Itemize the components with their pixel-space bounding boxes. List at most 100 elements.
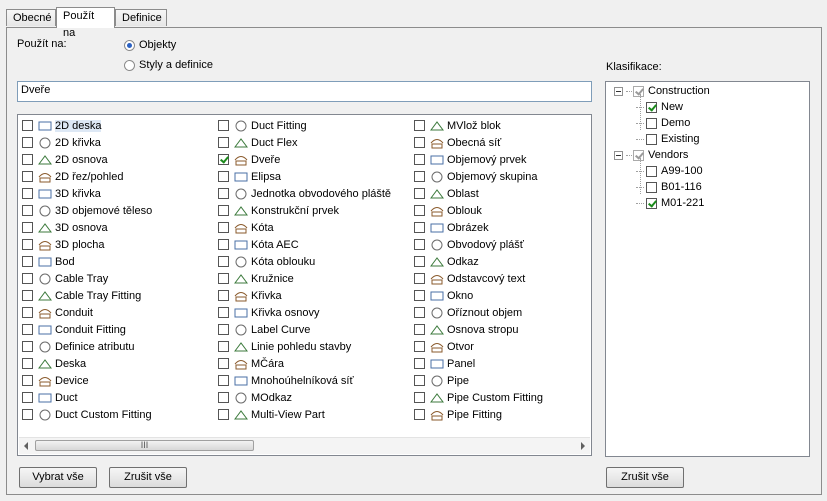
item-checkbox[interactable]	[22, 239, 33, 250]
object-type-list[interactable]: 2D deska 2D křivka 2D osnova 2D řez/pohled 3…	[17, 114, 592, 456]
tree-checkbox[interactable]	[633, 85, 644, 97]
item-checkbox[interactable]	[22, 120, 33, 131]
list-item[interactable]: 2D křivka	[22, 134, 152, 151]
list-item[interactable]: Křivka	[218, 287, 391, 304]
list-item[interactable]: Pipe Custom Fitting	[414, 389, 543, 406]
item-checkbox[interactable]	[218, 290, 229, 301]
list-item[interactable]: Objemový skupina	[414, 168, 543, 185]
list-item[interactable]: Panel	[414, 355, 543, 372]
item-checkbox[interactable]	[414, 392, 425, 403]
list-item[interactable]: Definice atributu	[22, 338, 152, 355]
list-item[interactable]: Oblouk	[414, 202, 543, 219]
item-checkbox[interactable]	[218, 375, 229, 386]
list-item[interactable]: Mnohoúhelníková síť	[218, 372, 391, 389]
list-item[interactable]: Linie pohledu stavby	[218, 338, 391, 355]
item-checkbox[interactable]	[218, 154, 229, 165]
item-checkbox[interactable]	[414, 137, 425, 148]
tree-checkbox[interactable]	[646, 133, 657, 145]
item-checkbox[interactable]	[218, 188, 229, 199]
tree-node[interactable]: B01-116	[636, 181, 702, 193]
filter-input[interactable]: Dveře	[17, 81, 592, 102]
list-item[interactable]: Objemový prvek	[414, 151, 543, 168]
classification-tree[interactable]: Construction New Demo Existing Vendors A99-10…	[605, 81, 810, 457]
list-item[interactable]: Odstavcový text	[414, 270, 543, 287]
item-checkbox[interactable]	[414, 205, 425, 216]
item-checkbox[interactable]	[22, 222, 33, 233]
select-all-button[interactable]: Vybrat vše	[19, 467, 97, 488]
list-item[interactable]: Pipe Fitting	[414, 406, 543, 423]
item-checkbox[interactable]	[22, 154, 33, 165]
tab-general[interactable]: Obecné	[6, 9, 56, 26]
item-checkbox[interactable]	[414, 375, 425, 386]
item-checkbox[interactable]	[414, 409, 425, 420]
item-checkbox[interactable]	[218, 239, 229, 250]
item-checkbox[interactable]	[414, 222, 425, 233]
list-item[interactable]: Obrázek	[414, 219, 543, 236]
horizontal-scrollbar[interactable]: III	[19, 437, 590, 454]
item-checkbox[interactable]	[218, 324, 229, 335]
list-item[interactable]: 2D řez/pohled	[22, 168, 152, 185]
tree-node[interactable]: M01-221	[636, 197, 704, 209]
item-checkbox[interactable]	[218, 205, 229, 216]
item-checkbox[interactable]	[414, 324, 425, 335]
list-item[interactable]: Pipe	[414, 372, 543, 389]
item-checkbox[interactable]	[218, 171, 229, 182]
item-checkbox[interactable]	[22, 256, 33, 267]
item-checkbox[interactable]	[22, 307, 33, 318]
item-checkbox[interactable]	[414, 188, 425, 199]
item-checkbox[interactable]	[218, 341, 229, 352]
list-item[interactable]: Kóta	[218, 219, 391, 236]
tree-checkbox[interactable]	[646, 117, 657, 129]
item-checkbox[interactable]	[414, 307, 425, 318]
list-item[interactable]: Kóta oblouku	[218, 253, 391, 270]
clear-classification-button[interactable]: Zrušit vše	[606, 467, 684, 488]
tab-apply-to[interactable]: Použít na	[56, 7, 115, 39]
list-item[interactable]: Jednotka obvodového pláště	[218, 185, 391, 202]
list-item[interactable]: Obvodový plášť	[414, 236, 543, 253]
radio-objects[interactable]: Objekty	[124, 39, 176, 51]
item-checkbox[interactable]	[414, 290, 425, 301]
item-checkbox[interactable]	[218, 222, 229, 233]
item-checkbox[interactable]	[218, 273, 229, 284]
item-checkbox[interactable]	[218, 307, 229, 318]
list-item[interactable]: Oříznout objem	[414, 304, 543, 321]
item-checkbox[interactable]	[22, 358, 33, 369]
list-item[interactable]: Oblast	[414, 185, 543, 202]
list-item[interactable]: Multi-View Part	[218, 406, 391, 423]
list-item[interactable]: 3D plocha	[22, 236, 152, 253]
list-item[interactable]: Křivka osnovy	[218, 304, 391, 321]
item-checkbox[interactable]	[22, 409, 33, 420]
tree-checkbox[interactable]	[646, 165, 657, 177]
list-item[interactable]: Dveře	[218, 151, 391, 168]
radio-styles-button[interactable]	[124, 59, 135, 71]
list-item[interactable]: Osnova stropu	[414, 321, 543, 338]
list-item[interactable]: MVlož blok	[414, 117, 543, 134]
list-item[interactable]: Label Curve	[218, 321, 391, 338]
list-item[interactable]: Cable Tray	[22, 270, 152, 287]
item-checkbox[interactable]	[414, 341, 425, 352]
item-checkbox[interactable]	[22, 273, 33, 284]
list-item[interactable]: MČára	[218, 355, 391, 372]
list-item[interactable]: MOdkaz	[218, 389, 391, 406]
scroll-left-icon[interactable]	[24, 442, 28, 450]
list-item[interactable]: 3D objemové těleso	[22, 202, 152, 219]
item-checkbox[interactable]	[22, 188, 33, 199]
item-checkbox[interactable]	[218, 409, 229, 420]
list-item[interactable]: Duct Flex	[218, 134, 391, 151]
list-item[interactable]: 3D osnova	[22, 219, 152, 236]
tree-node[interactable]: Vendors	[614, 149, 688, 161]
item-checkbox[interactable]	[22, 137, 33, 148]
list-item[interactable]: Duct Custom Fitting	[22, 406, 152, 423]
list-item[interactable]: Konstrukční prvek	[218, 202, 391, 219]
item-checkbox[interactable]	[218, 137, 229, 148]
list-item[interactable]: Obecná síť	[414, 134, 543, 151]
item-checkbox[interactable]	[414, 171, 425, 182]
item-checkbox[interactable]	[22, 392, 33, 403]
list-item[interactable]: Cable Tray Fitting	[22, 287, 152, 304]
tree-node[interactable]: A99-100	[636, 165, 703, 177]
item-checkbox[interactable]	[22, 375, 33, 386]
item-checkbox[interactable]	[414, 256, 425, 267]
item-checkbox[interactable]	[22, 205, 33, 216]
item-checkbox[interactable]	[22, 341, 33, 352]
tree-checkbox[interactable]	[646, 197, 657, 209]
